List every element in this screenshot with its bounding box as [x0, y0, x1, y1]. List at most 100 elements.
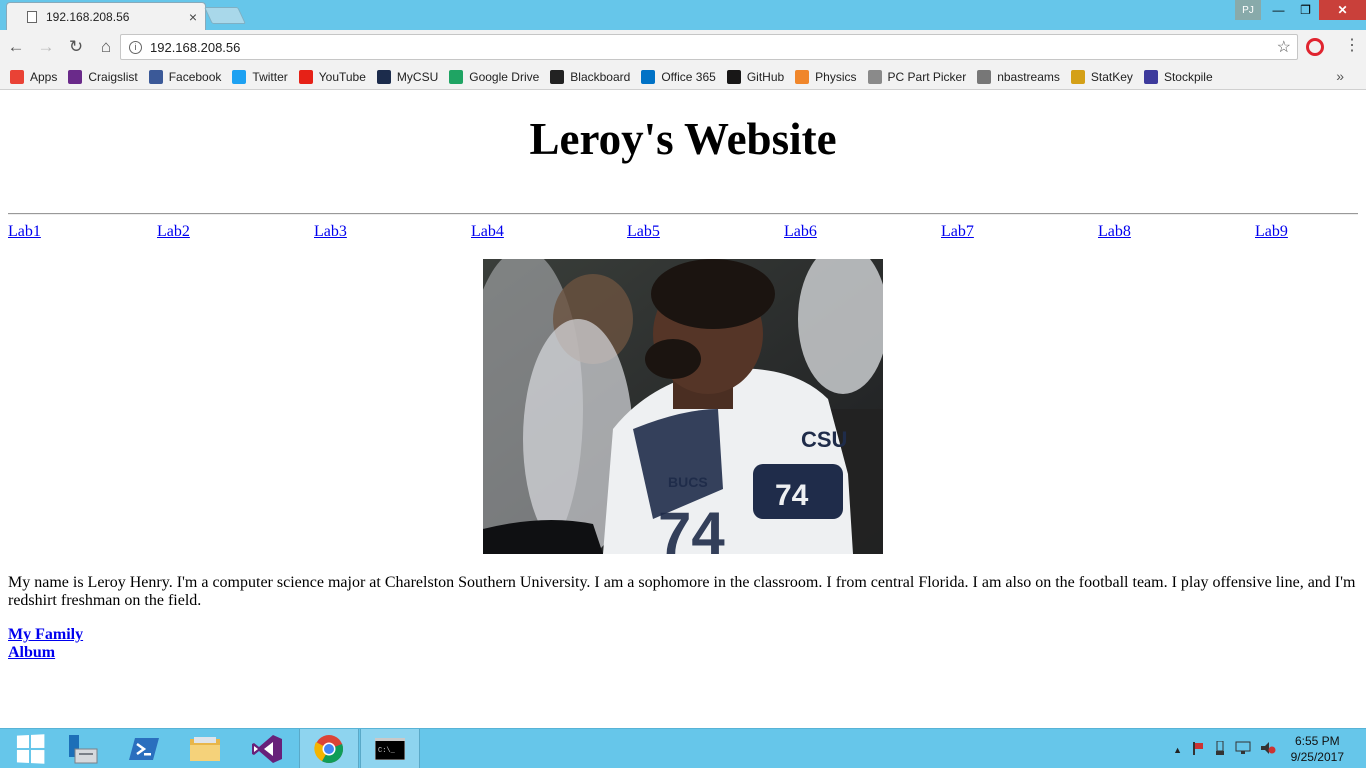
page-title: Leroy's Website — [529, 114, 837, 164]
clock-date: 9/25/2017 — [1290, 750, 1344, 764]
page-content: Leroy's Website Lab1 Lab2 Lab3 Lab4 Lab5… — [0, 91, 1366, 728]
lab3-link[interactable]: Lab3 — [314, 223, 347, 241]
browser-toolbar: ← → ↻ ⌂ i 192.168.208.56 ☆ — [0, 30, 1366, 64]
bookmark-apps[interactable]: Apps — [10, 69, 58, 84]
page-icon — [27, 10, 37, 23]
bookmark-label: Physics — [815, 69, 857, 84]
usb-device-icon[interactable] — [1214, 740, 1226, 758]
office-icon — [641, 69, 656, 84]
url-text[interactable]: 192.168.208.56 — [150, 40, 1277, 55]
my-family-link[interactable]: My Family — [8, 626, 83, 643]
tab-close-icon[interactable]: × — [189, 9, 197, 25]
facebook-icon — [148, 69, 163, 84]
bookmark-blackboard[interactable]: Blackboard — [550, 69, 630, 84]
lab6-link[interactable]: Lab6 — [784, 223, 817, 241]
bookmark-twitter[interactable]: Twitter — [232, 69, 288, 84]
lab8-link[interactable]: Lab8 — [1098, 223, 1131, 241]
google-drive-icon — [449, 69, 464, 84]
taskbar-server-manager[interactable] — [52, 729, 112, 768]
close-window-button[interactable]: ✕ — [1319, 0, 1366, 20]
opera-extension-icon[interactable] — [1306, 38, 1324, 56]
bookmark-stockpile[interactable]: Stockpile — [1143, 69, 1213, 84]
bookmark-label: nbastreams — [997, 69, 1060, 84]
window-controls: PJ — ❐ ✕ — [1235, 0, 1366, 20]
bookmark-craigslist[interactable]: Craigslist — [68, 69, 138, 84]
profile-photo: CSU BUCS 74 74 — [483, 259, 883, 554]
maximize-button[interactable]: ❐ — [1292, 0, 1319, 20]
family-links: My Family Album — [8, 626, 83, 662]
system-tray: ▲ — [1164, 740, 1276, 758]
sleeve-number: 74 — [775, 479, 809, 512]
taskbar-visual-studio[interactable] — [237, 729, 297, 768]
football-player-photo: CSU BUCS 74 74 — [483, 259, 883, 554]
bookmark-office-365[interactable]: Office 365 — [641, 69, 716, 84]
bookmark-physics[interactable]: Physics — [795, 69, 857, 84]
bookmark-label: Twitter — [252, 69, 288, 84]
bookmark-label: Apps — [30, 69, 58, 84]
bookmark-pc-part-picker[interactable]: PC Part Picker — [867, 69, 967, 84]
network-icon[interactable] — [1235, 741, 1251, 758]
taskbar-chrome[interactable] — [299, 729, 359, 768]
folder-icon — [190, 737, 220, 761]
bookmark-mycsu[interactable]: MyCSU — [376, 69, 438, 84]
bookmark-nbastreams[interactable]: nbastreams — [977, 69, 1060, 84]
system-clock[interactable]: 6:55 PM 9/25/2017 — [1291, 733, 1344, 765]
home-icon[interactable]: ⌂ — [92, 33, 120, 61]
new-tab-button[interactable] — [204, 7, 246, 24]
command-prompt-icon: C:\_ — [375, 738, 405, 760]
tray-overflow-icon[interactable]: ▲ — [1173, 745, 1182, 755]
bookmark-label: Craigslist — [88, 69, 138, 84]
start-button[interactable] — [0, 729, 60, 768]
lab5-link[interactable]: Lab5 — [627, 223, 660, 241]
address-bar[interactable]: i 192.168.208.56 ☆ — [120, 34, 1298, 60]
bookmark-youtube[interactable]: YouTube — [298, 69, 366, 84]
bookmark-star-icon[interactable]: ☆ — [1277, 37, 1291, 57]
bookmark-label: Office 365 — [661, 69, 716, 84]
twitter-icon — [232, 69, 247, 84]
bookmark-google-drive[interactable]: Google Drive — [449, 69, 540, 84]
youtube-icon — [298, 69, 313, 84]
lab1-link[interactable]: Lab1 — [8, 223, 41, 241]
reload-icon[interactable]: ↻ — [62, 33, 90, 61]
bookmark-label: Stockpile — [1163, 69, 1213, 84]
bio-paragraph: My name is Leroy Henry. I'm a computer s… — [8, 574, 1356, 609]
command-prompt-glyph: C:\_ — [378, 747, 396, 755]
browser-tab-active[interactable]: 192.168.208.56 × — [6, 2, 206, 30]
windows-logo-icon — [16, 734, 45, 764]
mycsu-icon — [376, 69, 391, 84]
profile-button[interactable]: PJ — [1235, 0, 1261, 20]
bookmark-facebook[interactable]: Facebook — [148, 69, 221, 84]
taskbar-command-prompt[interactable]: C:\_ — [360, 729, 420, 768]
apps-grid-icon — [10, 69, 24, 84]
taskbar-powershell[interactable] — [114, 729, 174, 768]
browser-menu-icon[interactable]: ⋮ — [1344, 36, 1360, 56]
album-link[interactable]: Album — [8, 644, 55, 661]
bookmark-statkey[interactable]: StatKey — [1070, 69, 1133, 84]
bookmarks-overflow-icon[interactable]: » — [1336, 68, 1344, 84]
bookmark-label: Google Drive — [469, 69, 540, 84]
lab4-link[interactable]: Lab4 — [471, 223, 504, 241]
volume-muted-icon[interactable] — [1260, 741, 1276, 758]
minimize-button[interactable]: — — [1265, 0, 1292, 20]
taskbar-file-explorer[interactable] — [175, 729, 235, 768]
bookmark-label: StatKey — [1090, 69, 1133, 84]
lab2-link[interactable]: Lab2 — [157, 223, 190, 241]
clock-time: 6:55 PM — [1294, 734, 1340, 748]
bookmark-label: PC Part Picker — [887, 69, 967, 84]
forward-arrow-icon[interactable]: → — [32, 33, 60, 61]
jersey-chest-text: BUCS — [668, 474, 708, 490]
site-info-icon[interactable]: i — [129, 40, 142, 54]
powershell-icon — [129, 738, 159, 760]
github-icon — [726, 69, 741, 84]
lab9-link[interactable]: Lab9 — [1255, 223, 1288, 241]
jersey-number: 74 — [658, 500, 725, 554]
tab-title: 192.168.208.56 — [46, 9, 130, 24]
bookmarks-bar: Apps Craigslist Facebook Twitter YouTube MyCS… — [0, 64, 1366, 90]
back-arrow-icon[interactable]: ← — [2, 33, 30, 61]
blackboard-icon — [550, 69, 565, 84]
action-center-flag-icon[interactable] — [1191, 741, 1205, 758]
bookmark-label: GitHub — [746, 69, 785, 84]
visual-studio-icon — [252, 735, 282, 763]
bookmark-github[interactable]: GitHub — [726, 69, 785, 84]
lab7-link[interactable]: Lab7 — [941, 223, 974, 241]
